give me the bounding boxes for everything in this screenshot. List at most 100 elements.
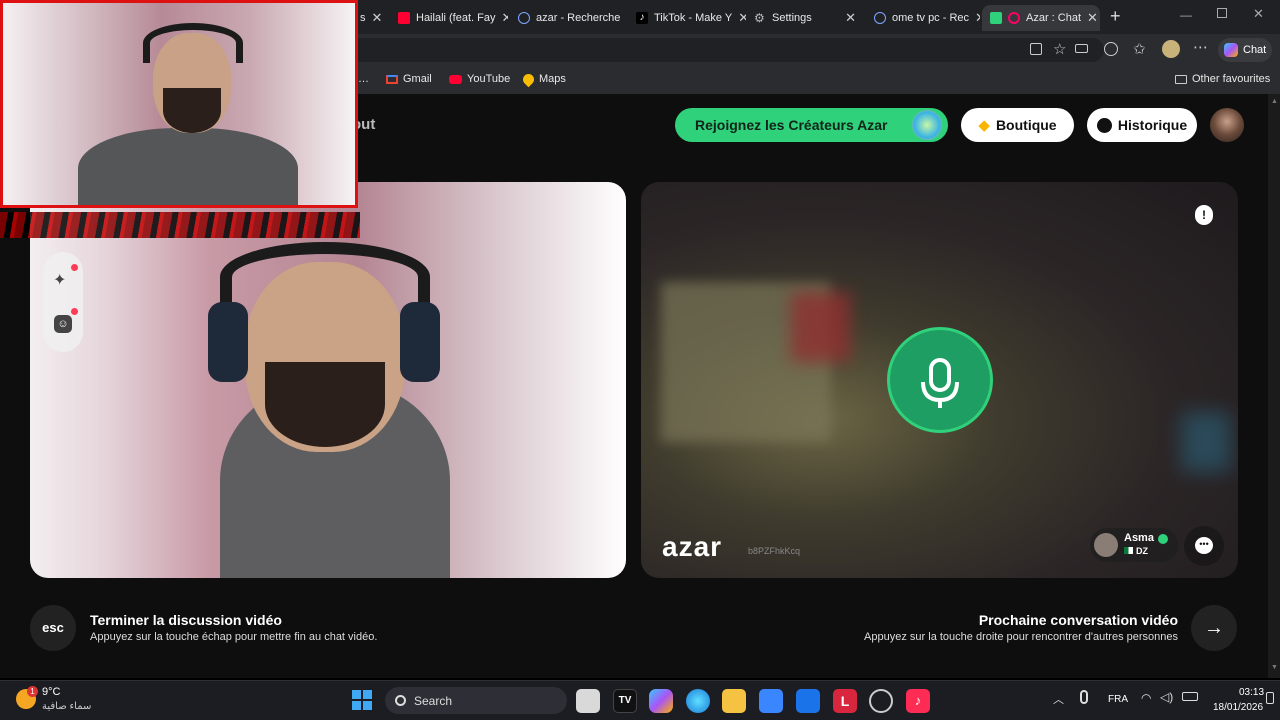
microphone-icon — [921, 358, 959, 408]
peer-country: DZ — [1136, 546, 1148, 556]
window-close-icon[interactable]: ✕ — [1253, 6, 1264, 22]
bookmark-youtube[interactable]: YouTube — [449, 73, 510, 85]
session-code: b8PZFhkKcq — [748, 546, 801, 556]
webcam-overlay — [0, 0, 358, 208]
bookmark-label: YouTube — [467, 73, 511, 85]
flag-icon — [1124, 547, 1133, 554]
bookmark-label: Maps — [539, 73, 566, 85]
person-body — [78, 128, 298, 205]
show-hidden-icons[interactable]: ︿ — [1053, 691, 1064, 707]
notifications-icon[interactable] — [1266, 692, 1274, 704]
taskbar-search[interactable]: Search — [385, 687, 567, 714]
apps-icon[interactable] — [1030, 43, 1042, 55]
shop-label: Boutique — [995, 117, 1057, 133]
shop-button[interactable]: ◆ Boutique — [961, 108, 1074, 142]
person-beard — [163, 88, 221, 133]
profile-avatar[interactable] — [1162, 40, 1180, 58]
headphone-right — [400, 302, 440, 382]
close-icon[interactable]: ✕ — [372, 10, 383, 26]
tradingview-icon[interactable]: TV — [613, 689, 637, 713]
new-tab-icon[interactable]: + — [1110, 6, 1121, 27]
join-creators-button[interactable]: Rejoignez les Créateurs Azar — [675, 108, 948, 142]
windows-start-icon[interactable] — [352, 690, 372, 710]
bookmark-label: Gmail — [403, 73, 432, 85]
close-icon[interactable]: ✕ — [738, 10, 746, 26]
maps-icon — [520, 71, 537, 87]
chat-button[interactable]: ••• — [1184, 526, 1224, 566]
bookmark-gmail[interactable]: Gmail — [386, 73, 432, 85]
close-icon[interactable]: ✕ — [1087, 10, 1098, 26]
bookmark-ellipsis[interactable]: … — [358, 73, 369, 85]
tiktok-icon[interactable]: ♪ — [906, 689, 930, 713]
outlook-icon[interactable] — [796, 689, 820, 713]
maximize-icon[interactable] — [1217, 8, 1227, 18]
video-icon[interactable] — [1075, 44, 1088, 53]
tab-tiktok[interactable]: ♪ TikTok - Make Y ✕ — [628, 5, 746, 31]
tab-hailali[interactable]: Hailali (feat. Fay ✕ — [390, 5, 508, 31]
extensions-icon[interactable] — [1104, 42, 1118, 56]
folder-icon — [1175, 74, 1187, 84]
close-icon[interactable]: ✕ — [501, 10, 508, 26]
volume-icon[interactable]: ◁) — [1160, 690, 1173, 704]
scrollbar[interactable]: ▲ ▼ — [1268, 94, 1280, 678]
close-icon[interactable]: ✕ — [975, 10, 980, 26]
favorites-icon[interactable]: ✩ — [1133, 40, 1146, 58]
l-app-icon[interactable]: L — [833, 689, 857, 713]
sticker-icon[interactable]: ☺ — [54, 315, 72, 333]
url-input[interactable] — [350, 38, 1104, 62]
taskbar: 1 9°C سماء صافية Search TV L ♪ ︿ FRA ◠ ◁… — [0, 680, 1280, 720]
end-chat-title: Terminer la discussion vidéo — [90, 612, 282, 628]
tab-title: azar - Recherche — [536, 12, 621, 24]
microphone-button[interactable] — [887, 327, 993, 433]
person-beard — [265, 362, 385, 447]
copilot-icon — [1224, 43, 1238, 57]
weather-badge: 1 — [27, 686, 38, 697]
copilot-icon[interactable] — [649, 689, 673, 713]
blurred-shape — [791, 292, 851, 362]
bookmark-maps[interactable]: Maps — [520, 71, 566, 87]
magic-wand-icon[interactable]: ✦ — [53, 270, 66, 290]
wifi-icon[interactable]: ◠ — [1141, 691, 1151, 705]
creators-label: Rejoignez les Créateurs Azar — [695, 117, 888, 133]
user-avatar[interactable] — [1210, 108, 1244, 142]
headphones — [220, 242, 430, 312]
weather-desc: سماء صافية — [42, 701, 92, 712]
tab-title: Settings — [772, 12, 812, 24]
more-icon[interactable]: ⋯ — [1193, 38, 1208, 56]
obs-icon[interactable] — [869, 689, 893, 713]
report-icon[interactable]: ! — [1195, 205, 1213, 225]
clock-date[interactable]: 18/01/2026 — [1213, 702, 1263, 713]
notification-dot — [71, 308, 78, 315]
history-button[interactable]: Historique — [1087, 108, 1197, 142]
headphones — [143, 23, 243, 63]
search-icon — [874, 12, 886, 24]
diamond-icon: ◆ — [978, 117, 990, 134]
favorite-star-icon[interactable]: ☆ — [1053, 40, 1066, 58]
self-video — [30, 182, 626, 578]
esc-key-button[interactable]: esc — [30, 605, 76, 651]
minimize-icon[interactable]: — — [1180, 8, 1192, 22]
clock-time[interactable]: 03:13 — [1239, 687, 1264, 698]
tab-azar-chat[interactable]: Azar : Chat ✕ — [982, 5, 1100, 31]
youtube-icon — [398, 12, 410, 24]
other-favourites[interactable]: Other favourites — [1175, 73, 1270, 85]
copilot-chat-button[interactable]: Chat — [1218, 38, 1272, 62]
microphone-icon[interactable] — [1080, 690, 1088, 704]
creator-badge-icon — [912, 110, 942, 140]
tab-azar-search[interactable]: azar - Recherche✕ — [510, 5, 628, 31]
tab-ome-tv[interactable]: ome tv pc - Rec ✕ — [866, 5, 980, 31]
task-view-icon[interactable] — [576, 689, 600, 713]
file-explorer-icon[interactable] — [722, 689, 746, 713]
edge-icon[interactable] — [686, 689, 710, 713]
verified-icon — [1158, 534, 1168, 544]
battery-icon[interactable] — [1182, 692, 1198, 701]
azar-logo: azar — [662, 531, 723, 562]
store-icon[interactable] — [759, 689, 783, 713]
search-icon — [518, 12, 530, 24]
tab-settings[interactable]: ⚙ Settings ✕ — [746, 5, 864, 31]
next-arrow-button[interactable]: → — [1191, 605, 1237, 651]
language-indicator[interactable]: FRA — [1108, 694, 1128, 705]
other-favourites-label: Other favourites — [1192, 73, 1271, 85]
close-icon[interactable]: ✕ — [845, 10, 856, 26]
peer-badge[interactable]: Asma DZ — [1090, 528, 1178, 562]
